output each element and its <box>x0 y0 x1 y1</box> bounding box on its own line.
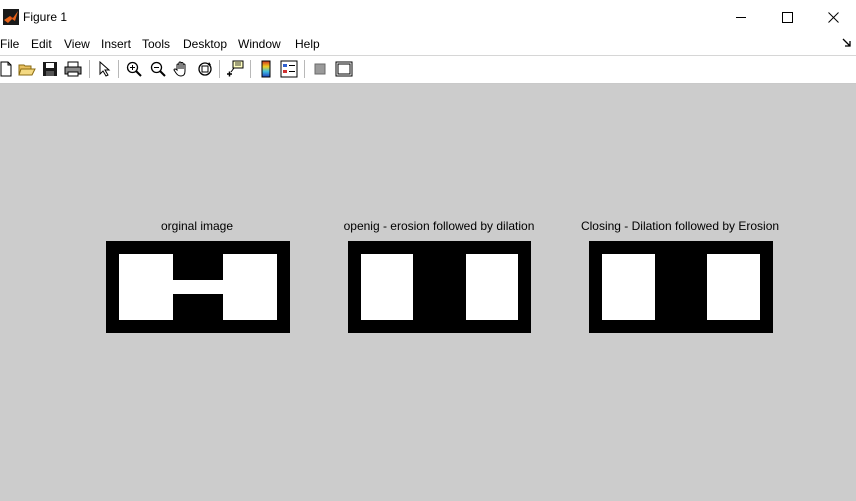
subplot-title-original: orginal image <box>160 219 234 233</box>
toolbar-separator <box>89 60 90 78</box>
figure-canvas[interactable]: orginal image openig - erosion followed … <box>0 84 856 501</box>
edit-plot-button[interactable] <box>95 59 115 79</box>
maximize-icon <box>781 11 793 23</box>
hide-plot-tools-icon <box>314 63 326 75</box>
new-figure-icon <box>0 61 12 77</box>
image-axes-opening[interactable] <box>348 241 531 333</box>
zoom-out-icon <box>150 61 166 77</box>
menu-window[interactable]: Window <box>238 37 281 51</box>
menu-file[interactable]: File <box>0 37 19 51</box>
image-white-block-right <box>223 254 277 320</box>
toolbar-separator <box>118 60 119 78</box>
legend-icon <box>280 60 298 78</box>
menu-tools[interactable]: Tools <box>142 37 170 51</box>
image-white-block-right <box>707 254 760 320</box>
image-axes-closing[interactable] <box>589 241 773 333</box>
menu-bar: File Edit View Insert Tools Desktop Wind… <box>0 34 856 56</box>
image-white-block-left <box>602 254 655 320</box>
rotate-3d-icon <box>198 62 212 76</box>
insert-colorbar-button[interactable] <box>256 59 276 79</box>
open-file-button[interactable] <box>17 59 37 79</box>
image-white-bridge <box>173 280 223 294</box>
subplot-title-opening: openig - erosion followed by dilation <box>343 219 535 233</box>
image-white-block-left <box>361 254 413 320</box>
rotate-3d-button[interactable] <box>195 59 215 79</box>
close-button[interactable] <box>810 0 856 34</box>
menu-insert[interactable]: Insert <box>101 37 131 51</box>
show-plot-tools-icon <box>335 61 353 77</box>
insert-legend-button[interactable] <box>279 59 299 79</box>
pan-button[interactable] <box>171 59 191 79</box>
colorbar-icon <box>261 60 271 78</box>
image-white-block-right <box>466 254 518 320</box>
image-white-block-left <box>119 254 173 320</box>
new-figure-button[interactable] <box>0 59 16 79</box>
print-icon <box>64 61 82 77</box>
toolbar <box>0 56 856 84</box>
menu-view[interactable]: View <box>64 37 90 51</box>
minimize-icon <box>735 16 746 18</box>
hide-plot-tools-button[interactable] <box>310 59 330 79</box>
subplot-title-closing: Closing - Dilation followed by Erosion <box>580 219 780 233</box>
toolbar-separator <box>304 60 305 78</box>
pointer-icon <box>99 61 111 77</box>
toolbar-separator <box>250 60 251 78</box>
maximize-button[interactable] <box>764 0 810 34</box>
show-plot-tools-button[interactable] <box>334 59 354 79</box>
data-cursor-button[interactable] <box>225 59 245 79</box>
save-button[interactable] <box>40 59 60 79</box>
menu-desktop[interactable]: Desktop <box>183 37 227 51</box>
save-icon <box>43 62 57 76</box>
window-title: Figure 1 <box>23 10 68 24</box>
zoom-in-icon <box>126 61 142 77</box>
minimize-button[interactable] <box>718 0 764 34</box>
toolbar-separator <box>219 60 220 78</box>
menu-help[interactable]: Help <box>295 37 320 51</box>
close-icon <box>827 11 839 23</box>
data-cursor-icon <box>227 60 244 77</box>
print-button[interactable] <box>63 59 83 79</box>
open-file-icon <box>18 64 36 76</box>
pan-icon <box>173 61 186 77</box>
image-axes-original[interactable] <box>106 241 290 333</box>
zoom-out-button[interactable] <box>148 59 168 79</box>
menu-edit[interactable]: Edit <box>31 37 52 51</box>
dock-arrow-icon[interactable] <box>842 38 852 48</box>
zoom-in-button[interactable] <box>124 59 144 79</box>
matlab-logo-icon <box>3 9 19 25</box>
title-bar: Figure 1 <box>0 0 856 34</box>
